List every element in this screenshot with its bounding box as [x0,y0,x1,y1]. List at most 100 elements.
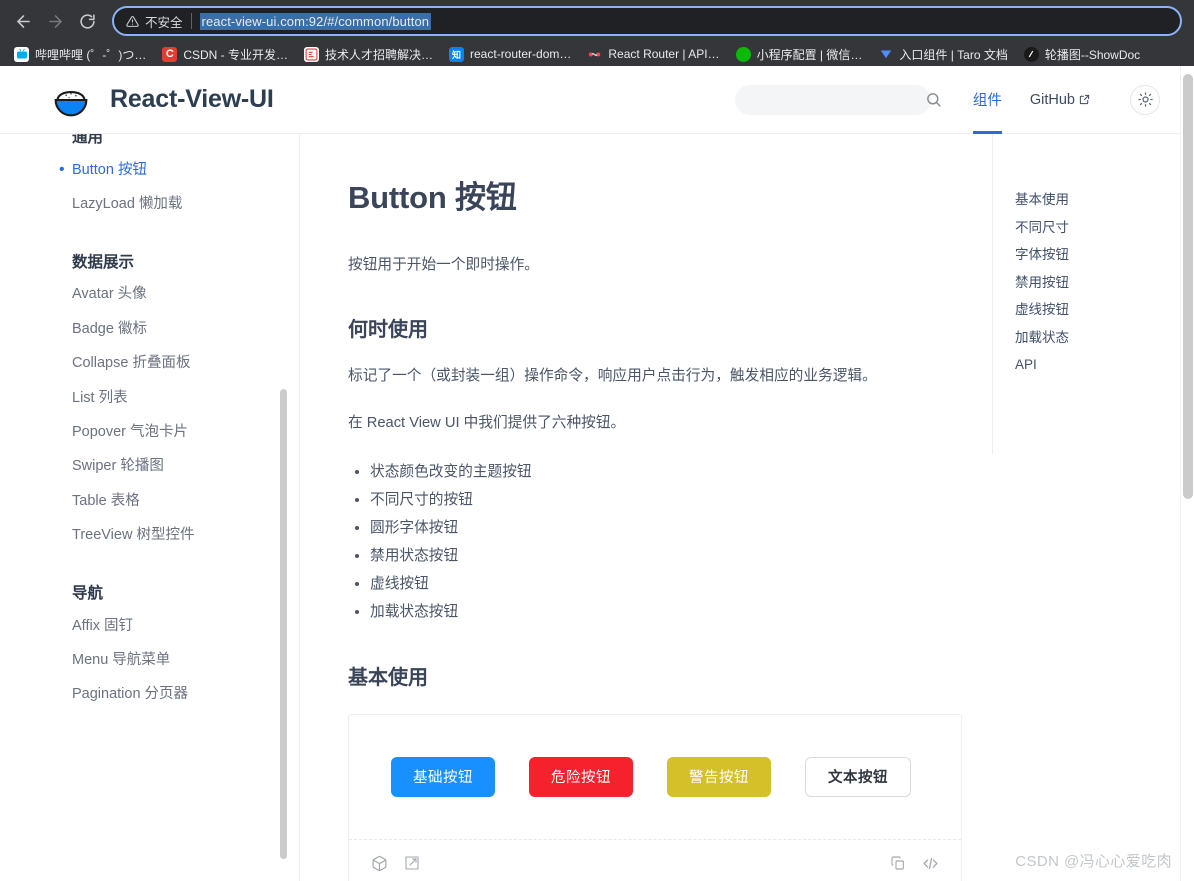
toc-item-disabled[interactable]: 禁用按钮 [1015,269,1166,297]
theme-toggle-button[interactable] [1130,84,1160,115]
toc-item-dashed[interactable]: 虚线按钮 [1015,296,1166,324]
brand[interactable]: React-View-UI [48,77,274,123]
list-item: 禁用状态按钮 [370,543,930,571]
search-icon[interactable] [925,91,942,108]
security-label: 不安全 [145,15,183,30]
doc-heading-basic-usage: 基本使用 [348,666,428,689]
sidebar-item-pagination[interactable]: Pagination 分页器 [72,678,299,712]
sidebar-item-popover[interactable]: Popover 气泡卡片 [72,416,299,450]
forward-button[interactable] [40,6,70,36]
table-of-contents: 基本使用 不同尺寸 字体按钮 禁用按钮 虚线按钮 加载状态 API [992,134,1166,454]
search-box[interactable] [734,84,941,115]
doc-feature-list: 状态颜色改变的主题按钮 不同尺寸的按钮 圆形字体按钮 禁用状态按钮 虚线按钮 加… [370,459,930,627]
demo-toolbar-right [890,855,939,872]
sidebar-item-table[interactable]: Table 表格 [72,484,299,518]
doc-heading-when-to-use: 何时使用 [348,318,428,341]
doc-article: Button 按钮 按钮用于开始一个即时操作。 何时使用 标记了一个（或封装一组… [300,134,980,881]
copy-icon[interactable] [890,855,906,871]
bookmark-label: 入口组件 | Taro 文档 [899,47,1008,62]
react-router-favicon [587,46,603,62]
omnibox-divider [190,13,192,29]
main-content: Button 按钮 按钮用于开始一个即时操作。 何时使用 标记了一个（或封装一组… [300,134,1180,881]
brand-name: React-View-UI [110,85,274,113]
sidebar-item-menu[interactable]: Menu 导航菜单 [72,643,299,677]
bookmark-label: 技术人才招聘解决… [325,47,434,62]
wechat-favicon [735,46,751,62]
toc-item-basic-usage[interactable]: 基本使用 [1015,186,1166,214]
site-header: React-View-UI 组件 GitHub [0,66,1180,134]
sidebar-item-collapse[interactable]: Collapse 折叠面板 [72,347,299,381]
page-content: React-View-UI 组件 GitHub 通用 • Button 按钮 L… [0,66,1180,881]
sidebar-item-list[interactable]: List 列表 [72,381,299,415]
page-scrollbar-thumb[interactable] [1183,74,1193,499]
sidebar-item-treeview[interactable]: TreeView 树型控件 [72,519,299,553]
page-title: Button 按钮 [348,180,517,215]
toc-item-sizes[interactable]: 不同尺寸 [1015,214,1166,242]
list-item: 不同尺寸的按钮 [370,487,930,515]
bilibili-favicon [14,46,29,62]
sidebar-item-button[interactable]: Button 按钮 [59,153,299,187]
browser-chrome: 不安全 react-view-ui.com:92/#/common/button… [0,0,1194,66]
external-link-icon[interactable] [404,855,420,871]
body-row: Rate 评分 Select 下拉菜单 Tree 树选择器 通用 Button … [0,134,1180,881]
sidebar-scrollbar-track[interactable] [280,134,293,881]
forward-arrow-icon [46,12,65,31]
sidebar-item-swiper[interactable]: Swiper 轮播图 [72,450,299,484]
bookmark-taro[interactable]: 入口组件 | Taro 文档 [870,44,1015,65]
bookmark-label: 小程序配置 | 微信… [756,47,863,62]
browser-toolbar: 不安全 react-view-ui.com:92/#/common/button [0,0,1194,42]
toc-item-loading[interactable]: 加载状态 [1015,324,1166,352]
bookmark-label: CSDN - 专业开发… [183,47,288,62]
demo-button-primary[interactable]: 基础按钮 [391,756,495,797]
page-viewport: React-View-UI 组件 GitHub 通用 • Button 按钮 L… [0,66,1194,881]
nav-github[interactable]: GitHub [1016,66,1104,134]
sidebar-group-data-display: 数据展示 [72,253,135,271]
search-input[interactable] [748,92,925,107]
rice-bowl-logo [48,77,94,123]
codesandbox-icon[interactable] [371,855,388,872]
sidebar-scrollbar-thumb[interactable] [280,389,287,859]
list-item: 加载状态按钮 [370,599,930,627]
bookmark-csdn[interactable]: C CSDN - 专业开发… [154,44,296,65]
nav-label: GitHub [1029,91,1075,108]
demo-button-warning[interactable]: 警告按钮 [667,756,771,797]
demo-preview: 基础按钮 危险按钮 警告按钮 文本按钮 [349,715,961,839]
demo-card: 基础按钮 危险按钮 警告按钮 文本按钮 [348,713,962,881]
bookmark-wechat[interactable]: 小程序配置 | 微信… [728,44,871,65]
back-button[interactable] [8,6,38,36]
bookmark-bilibili[interactable]: 哔哩哔哩 (゜-゜)つ… [6,44,154,65]
doc-paragraph-2: 在 React View UI 中我们提供了六种按钮。 [348,415,626,432]
page-scrollbar-track[interactable] [1180,66,1194,881]
sidebar-group-navigation: 导航 [72,585,104,603]
bookmark-zhihu[interactable]: 知 react-router-dom… [441,45,579,64]
nav-components[interactable]: 组件 [959,66,1016,134]
demo-toolbar [349,838,961,881]
sun-icon [1137,92,1153,107]
bookmark-react-router[interactable]: React Router | API… [579,45,727,64]
sidebar-item-affix[interactable]: Affix 固钉 [72,609,299,643]
reload-button[interactable] [72,6,102,36]
list-item: 圆形字体按钮 [370,515,930,543]
bookmark-showdoc[interactable]: 轮播图--ShowDoc [1016,44,1148,65]
watermark: CSDN @冯心心爱吃肉 [1015,853,1172,870]
bookmark-bar: 哔哩哔哩 (゜-゜)つ… C CSDN - 专业开发… 技术人才招聘解决… 知 … [0,42,1194,66]
not-secure-warning-icon[interactable] [126,15,139,28]
address-bar[interactable]: 不安全 react-view-ui.com:92/#/common/button [112,6,1182,36]
sidebar-item-avatar[interactable]: Avatar 头像 [72,278,299,312]
nav-label: 组件 [972,93,1002,109]
sidebar-item-badge[interactable]: Badge 徽标 [72,312,299,346]
bookmark-label: 轮播图--ShowDoc [1044,47,1141,62]
bookmark-lagou[interactable]: 技术人才招聘解决… [296,44,441,65]
demo-button-text[interactable]: 文本按钮 [805,756,911,797]
showdoc-favicon [1023,46,1039,62]
csdn-favicon: C [162,46,178,62]
code-icon[interactable] [922,855,939,872]
bookmark-label: react-router-dom… [470,47,572,61]
sidebar-item-lazyload[interactable]: LazyLoad 懒加载 [72,188,299,222]
url-text[interactable]: react-view-ui.com:92/#/common/button [199,12,432,30]
demo-button-danger[interactable]: 危险按钮 [529,756,633,797]
doc-intro: 按钮用于开始一个即时操作。 [348,257,539,273]
toc-item-icon-button[interactable]: 字体按钮 [1015,241,1166,269]
sidebar-scroll-area: Rate 评分 Select 下拉菜单 Tree 树选择器 通用 Button … [0,134,299,752]
toc-item-api[interactable]: API [1015,351,1166,379]
